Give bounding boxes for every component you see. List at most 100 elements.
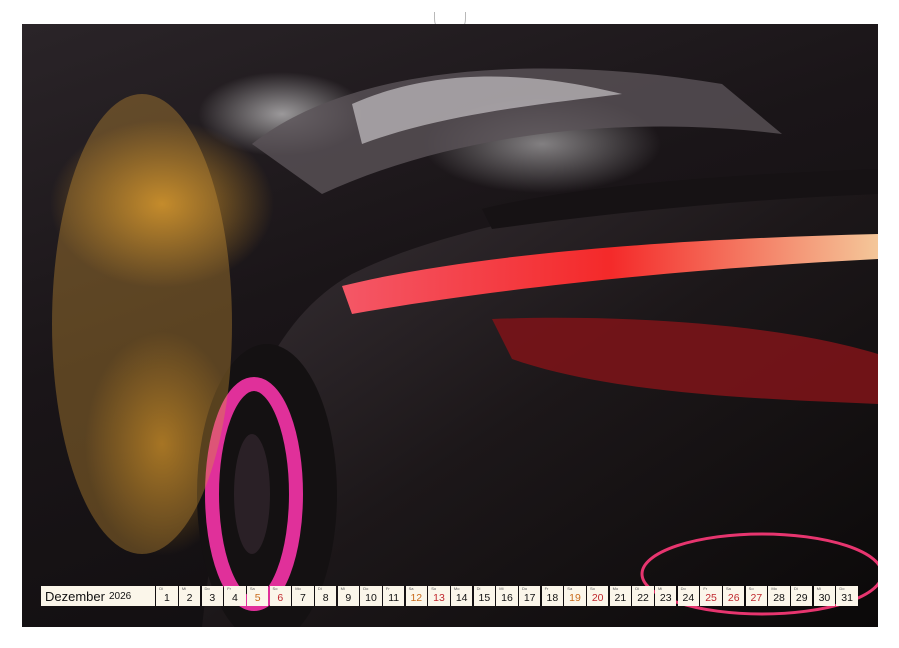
weekday-label: Do: [204, 586, 210, 591]
day-number: 23: [659, 592, 672, 604]
day-cell: Sa 19: [564, 586, 586, 606]
weekday-label: Sa: [249, 586, 255, 591]
day-cell: Mo 7: [292, 586, 314, 606]
day-cell: Di 22: [632, 586, 654, 606]
day-number: 26: [727, 592, 740, 604]
weekday-label: Di: [794, 586, 798, 591]
month-year: 2026: [108, 590, 132, 602]
day-cell: Mo 28: [768, 586, 790, 606]
day-number: 25: [705, 592, 717, 604]
day-cell: Sa 12: [405, 586, 428, 606]
day-number: 17: [523, 592, 536, 604]
day-cell: Do 24: [677, 586, 700, 606]
day-cell: Sa 5: [246, 586, 269, 606]
weekday-label: Sa: [567, 586, 573, 591]
day-cell: Do 10: [360, 586, 382, 606]
day-number: 30: [818, 592, 831, 604]
weekday-label: Di: [159, 586, 163, 591]
weekday-label: Fr: [703, 586, 708, 591]
day-cell: So 20: [586, 586, 609, 606]
day-cell: Mi 16: [496, 586, 518, 606]
day-number: 7: [300, 592, 306, 604]
day-number: 8: [322, 592, 329, 604]
day-number: 5: [254, 592, 261, 604]
calendar-strip: Dezember 2026 Di 1 Mi 2 Do 3 Fr 4 Sa 5 So 6 Mo 7 Di 8 Mi…: [41, 586, 858, 606]
weekday-label: Mi: [816, 586, 821, 591]
day-number: 12: [410, 592, 423, 604]
weekday-label: Mo: [771, 586, 777, 591]
weekday-label: Do: [521, 586, 528, 591]
day-number: 4: [232, 592, 238, 604]
day-cell: Do 31: [836, 586, 858, 606]
day-cell: Di 8: [314, 586, 337, 606]
day-cell: Fr 25: [700, 586, 722, 606]
day-cell: Mi 23: [654, 586, 677, 606]
background-car: [52, 94, 232, 554]
day-number: 15: [478, 592, 491, 604]
day-number: 19: [569, 592, 581, 604]
weekday-label: Mi: [181, 586, 187, 591]
day-number: 11: [388, 592, 400, 604]
sports-car-photo: [22, 24, 878, 627]
day-cell: So 6: [269, 586, 292, 606]
weekday-label: So: [272, 586, 278, 591]
month-name: Dezember: [45, 588, 105, 604]
day-cell: Do 3: [201, 586, 224, 606]
day-cell: Fr 11: [382, 586, 405, 606]
weekday-label: Di: [635, 586, 640, 591]
day-number: 14: [455, 592, 468, 604]
day-number: 13: [433, 592, 445, 604]
day-cell: Do 17: [518, 586, 541, 606]
weekday-label: Fr: [385, 586, 390, 591]
rim-center: [234, 434, 270, 554]
day-cell: Di 1: [156, 586, 178, 606]
day-number: 31: [841, 592, 853, 604]
day-cell: Mi 2: [178, 586, 201, 606]
day-cell: So 27: [745, 586, 768, 606]
day-cell: Mo 14: [450, 586, 473, 606]
weekday-label: Sa: [408, 586, 414, 591]
weekday-label: Mi: [657, 586, 663, 591]
day-number: 1: [164, 592, 170, 604]
weekday-label: So: [589, 586, 595, 591]
day-cell: So 13: [428, 586, 450, 606]
day-number: 3: [209, 592, 216, 604]
weekday-label: Mi: [499, 586, 504, 591]
weekday-label: Fr: [227, 586, 231, 591]
car-illustration: [52, 68, 878, 627]
weekday-label: Di: [317, 586, 322, 591]
day-cell: Di 29: [791, 586, 813, 606]
day-number: 21: [614, 592, 627, 604]
day-number: 10: [365, 592, 377, 604]
day-number: 22: [637, 592, 649, 604]
day-cell: Di 15: [473, 586, 496, 606]
weekday-label: Mo: [453, 586, 460, 591]
weekday-label: Sa: [725, 586, 731, 591]
day-number: 24: [682, 592, 695, 604]
day-cell: Mo 21: [609, 586, 632, 606]
day-number: 27: [750, 592, 763, 604]
day-cell: Mi 9: [337, 586, 360, 606]
weekday-label: Do: [363, 586, 369, 591]
day-cell: Sa 26: [722, 586, 745, 606]
weekday-label: Mi: [340, 586, 345, 591]
weekday-label: So: [431, 586, 437, 591]
weekday-label: Mo: [612, 586, 619, 591]
weekday-label: Fr: [544, 586, 549, 591]
day-number: 6: [277, 592, 284, 604]
day-cell: Fr 4: [224, 586, 246, 606]
month-label: Dezember 2026: [41, 586, 155, 606]
day-number: 16: [501, 592, 513, 604]
weekday-label: So: [748, 586, 754, 591]
day-cell: Fr 18: [541, 586, 564, 606]
weekday-label: Mo: [295, 586, 301, 591]
day-number: 20: [591, 592, 604, 604]
day-number: 2: [186, 592, 193, 604]
day-number: 29: [795, 592, 808, 604]
day-number: 28: [773, 592, 785, 604]
day-number: 18: [546, 592, 559, 604]
day-number: 9: [345, 592, 352, 604]
weekday-label: Do: [680, 586, 686, 591]
weekday-label: Di: [476, 586, 481, 591]
day-cell: Mi 30: [813, 586, 836, 606]
